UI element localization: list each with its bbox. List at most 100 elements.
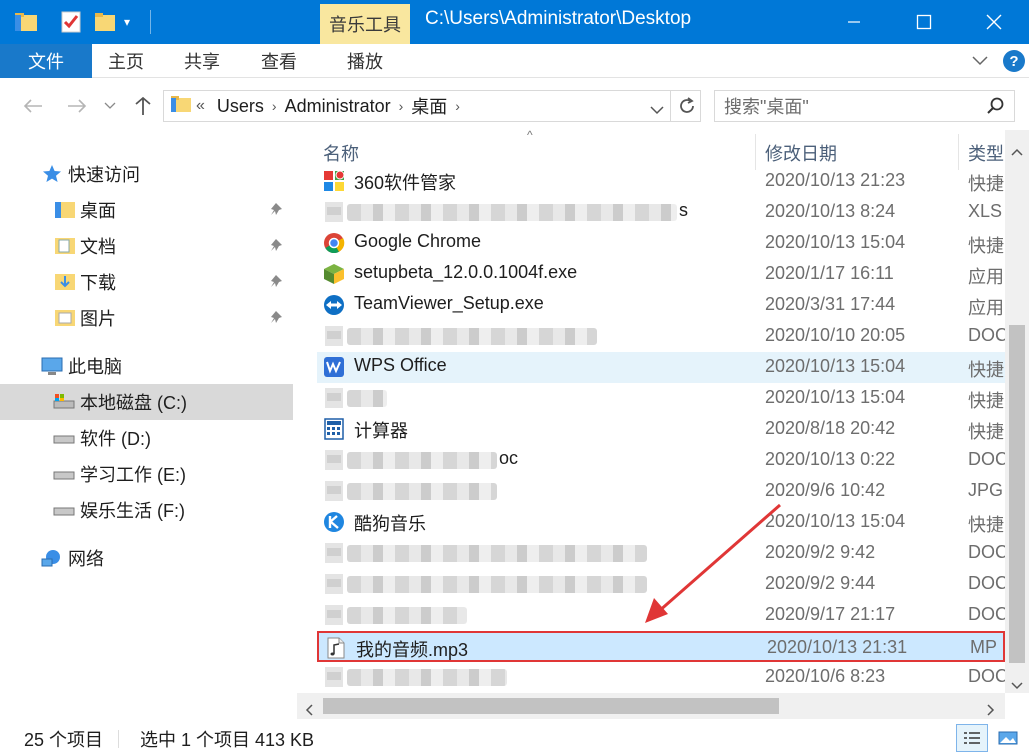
expand-ribbon-icon[interactable] [971, 52, 989, 73]
file-row[interactable]: 2020/9/2 9:44 DOC [317, 569, 1005, 600]
column-name[interactable]: 名称 [323, 140, 359, 166]
breadcrumb-users[interactable]: Users [217, 96, 264, 117]
chevron-right-icon[interactable]: › [399, 98, 404, 114]
file-row-selected[interactable]: 我的音频.mp3 2020/10/13 21:31 MP [317, 631, 1005, 662]
customize-dropdown-icon[interactable]: ▾ [124, 8, 130, 36]
address-bar[interactable]: « Users › Administrator › 桌面 › [163, 90, 701, 122]
up-button[interactable] [128, 92, 158, 120]
tab-play[interactable]: 播放 [347, 44, 383, 78]
tab-view[interactable]: 查看 [261, 44, 297, 78]
file-row[interactable]: 2020/9/17 21:17 DOC [317, 600, 1005, 631]
file-row[interactable]: WPS Office 2020/10/13 15:04 快捷 [317, 352, 1005, 383]
nav-drive-f[interactable]: 娱乐生活 (F:) [0, 492, 293, 528]
file-row[interactable]: Google Chrome 2020/10/13 15:04 快捷 [317, 228, 1005, 259]
vertical-scrollbar[interactable] [1005, 130, 1029, 693]
file-row[interactable]: 2020/9/2 9:42 DOC [317, 538, 1005, 569]
horizontal-scrollbar[interactable] [297, 693, 1005, 719]
new-folder-icon[interactable] [94, 8, 116, 36]
chevron-right-icon[interactable]: › [272, 98, 277, 114]
context-tab-music-tools[interactable]: 音乐工具 [320, 4, 410, 44]
minimize-button[interactable] [822, 0, 886, 44]
scroll-up-icon[interactable] [1011, 140, 1023, 161]
breadcrumb-administrator[interactable]: Administrator [285, 96, 391, 117]
properties-icon[interactable] [60, 8, 82, 36]
column-type[interactable]: 类型 [968, 140, 1004, 166]
redacted-filename [347, 545, 647, 562]
drive-icon [53, 471, 75, 480]
maximize-button[interactable] [892, 0, 956, 44]
folder-icon[interactable] [14, 8, 38, 36]
refresh-icon[interactable] [677, 96, 697, 121]
horizontal-scroll-thumb[interactable] [323, 698, 779, 714]
file-row[interactable]: 2020/10/6 8:23 DOC [317, 662, 1005, 693]
file-row[interactable]: TeamViewer_Setup.exe 2020/3/31 17:44 应用 [317, 290, 1005, 321]
nav-pictures[interactable]: 图片 [0, 300, 293, 336]
scroll-left-icon[interactable] [305, 700, 313, 721]
system-drive-icon [53, 394, 75, 409]
column-divider[interactable] [958, 134, 959, 170]
nav-this-pc[interactable]: 此电脑 [0, 348, 293, 384]
address-divider [670, 91, 671, 121]
scroll-down-icon[interactable] [1011, 674, 1023, 695]
close-icon [986, 14, 1002, 30]
breadcrumb-desktop[interactable]: 桌面 [411, 93, 447, 119]
help-icon[interactable]: ? [1003, 50, 1025, 72]
file-date: 2020/10/13 8:24 [765, 201, 896, 221]
file-row[interactable]: oc 2020/10/13 0:22 DOC [317, 445, 1005, 476]
address-dropdown-icon[interactable] [650, 99, 664, 120]
nav-drive-e[interactable]: 学习工作 (E:) [0, 456, 293, 492]
file-row[interactable]: 2020/10/10 20:05 DOC [317, 321, 1005, 352]
vertical-scroll-thumb[interactable] [1009, 325, 1025, 663]
tab-share[interactable]: 共享 [184, 44, 220, 78]
back-arrow-icon [23, 99, 42, 113]
search-icon[interactable] [987, 97, 1005, 120]
wps-icon [323, 356, 345, 378]
blurred-file-icon [323, 604, 345, 626]
file-row[interactable]: s 2020/10/13 8:24 XLS [317, 197, 1005, 228]
back-button[interactable] [18, 92, 48, 120]
file-row[interactable]: 2020/9/6 10:42 JPG [317, 476, 1005, 507]
file-type: MP [970, 637, 997, 657]
details-view-button[interactable] [956, 724, 988, 752]
forward-button[interactable] [62, 92, 92, 120]
file-row[interactable]: 2020/10/13 15:04 快捷 [317, 383, 1005, 414]
nav-downloads[interactable]: 下载 [0, 264, 293, 300]
file-list[interactable]: ^ 名称 修改日期 类型 360软件管家 2020/10/13 21:23 快捷 s 2… [297, 130, 1005, 693]
column-divider[interactable] [755, 134, 756, 170]
nav-network[interactable]: 网络 [0, 540, 293, 576]
nav-drive-c[interactable]: 本地磁盘 (C:) [0, 384, 293, 420]
file-row[interactable]: 计算器 2020/8/18 20:42 快捷 [317, 414, 1005, 445]
star-icon [43, 165, 61, 182]
blurred-file-icon [323, 449, 345, 471]
column-date[interactable]: 修改日期 [765, 140, 837, 166]
blurred-file-icon [323, 542, 345, 564]
file-row[interactable]: setupbeta_12.0.0.1004f.exe 2020/1/17 16:1… [317, 259, 1005, 290]
nav-documents[interactable]: 文档 [0, 228, 293, 264]
chevron-right-icon[interactable]: › [455, 98, 460, 114]
file-type: 快捷 [968, 174, 1004, 194]
nav-quick-access[interactable]: 快速访问 [0, 156, 293, 192]
redacted-filename [347, 204, 677, 221]
file-row[interactable]: 360软件管家 2020/10/13 21:23 快捷 [317, 166, 1005, 197]
recent-locations-button[interactable] [100, 92, 120, 120]
overflow-chevron-icon[interactable]: « [196, 97, 205, 115]
pin-icon[interactable] [270, 273, 286, 289]
large-icons-view-button[interactable] [992, 724, 1024, 752]
search-box[interactable]: 搜索"桌面" [714, 90, 1015, 122]
tab-file[interactable]: 文件 [0, 44, 92, 78]
nav-drive-d[interactable]: 软件 (D:) [0, 420, 293, 456]
scroll-right-icon[interactable] [987, 700, 995, 721]
close-button[interactable] [962, 0, 1026, 44]
file-name: setupbeta_12.0.0.1004f.exe [354, 262, 578, 282]
tab-home[interactable]: 主页 [108, 44, 144, 78]
pin-icon[interactable] [270, 201, 286, 217]
window-title: C:\Users\Administrator\Desktop [425, 8, 692, 29]
file-row[interactable]: 酷狗音乐 2020/10/13 15:04 快捷 [317, 507, 1005, 538]
pin-icon[interactable] [270, 309, 286, 325]
item-count: 25 个项目 [24, 730, 104, 750]
forward-arrow-icon [68, 99, 87, 113]
pin-icon[interactable] [270, 237, 286, 253]
file-date: 2020/10/13 21:31 [767, 637, 908, 657]
file-type: 快捷 [968, 515, 1004, 535]
nav-desktop[interactable]: 桌面 [0, 192, 293, 228]
